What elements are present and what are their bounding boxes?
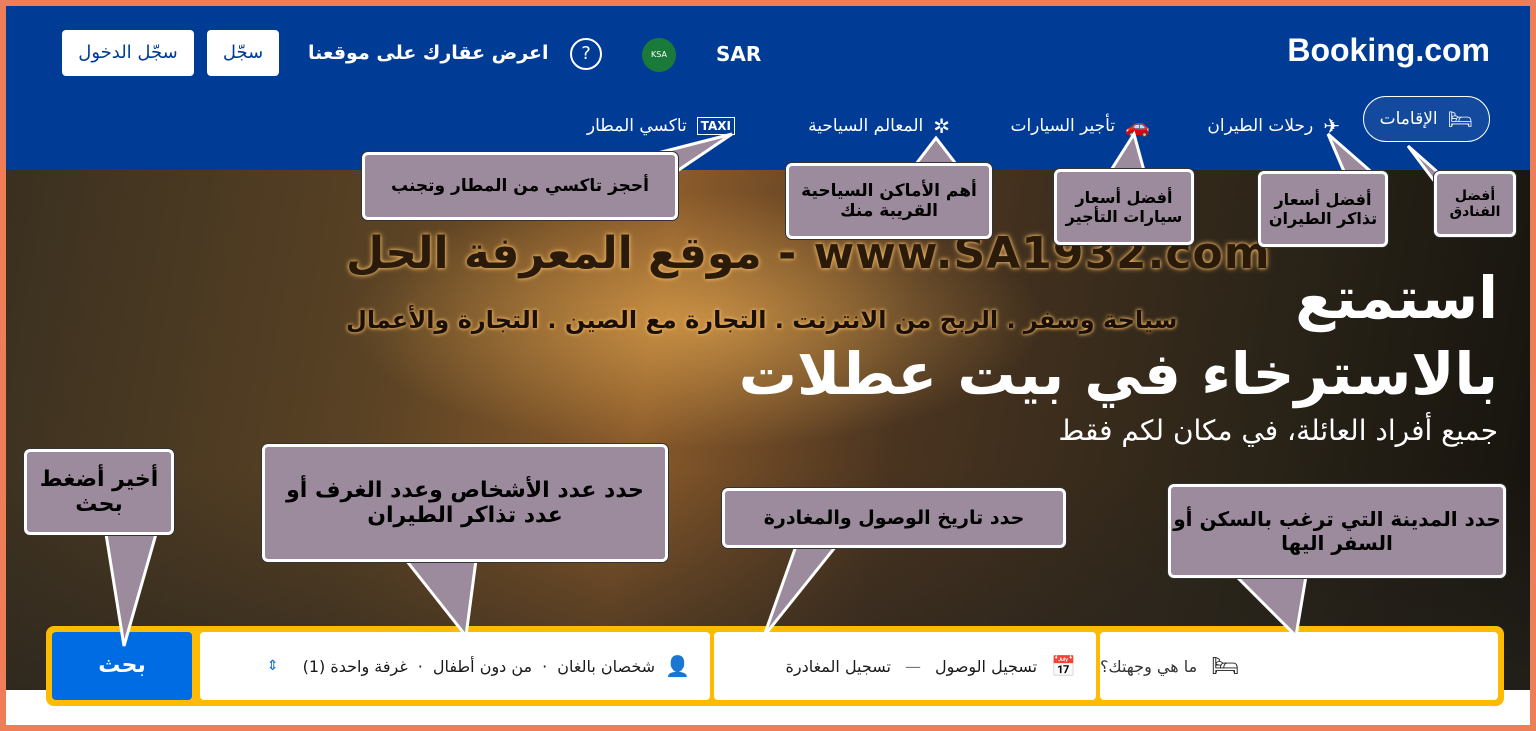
callout-hotels: أفضل الفنادق <box>1434 171 1516 237</box>
callout-pointers <box>104 130 1480 647</box>
page-frame: Booking.com SAR KSA ? اعرض عقارك على موق… <box>6 6 1530 725</box>
callout-dates: حدد تاريخ الوصول والمغادرة <box>722 488 1066 548</box>
callout-cars: أفضل أسعار سيارات التأجير <box>1054 169 1194 245</box>
callout-city: حدد المدينة التي ترغب بالسكن أو السفر ال… <box>1168 484 1506 578</box>
callout-taxi: أحجز تاكسي من المطار وتجنب <box>362 152 678 220</box>
pointer-city <box>1232 574 1308 640</box>
pointer-search <box>104 532 158 647</box>
pointer-dates <box>762 544 840 637</box>
callout-places: أهم الأماكن السياحية القريبة منك <box>786 163 992 239</box>
pointer-guests <box>402 558 478 640</box>
callout-flights: أفضل أسعار تذاكر الطيران <box>1258 171 1388 247</box>
pointer-places <box>912 135 960 166</box>
pointer-flights <box>1326 132 1380 178</box>
callout-guests: حدد عدد الأشخاص وعدد الغرف أو عدد تذاكر … <box>262 444 668 562</box>
callout-search: أخير أضغط بحث <box>24 449 174 535</box>
